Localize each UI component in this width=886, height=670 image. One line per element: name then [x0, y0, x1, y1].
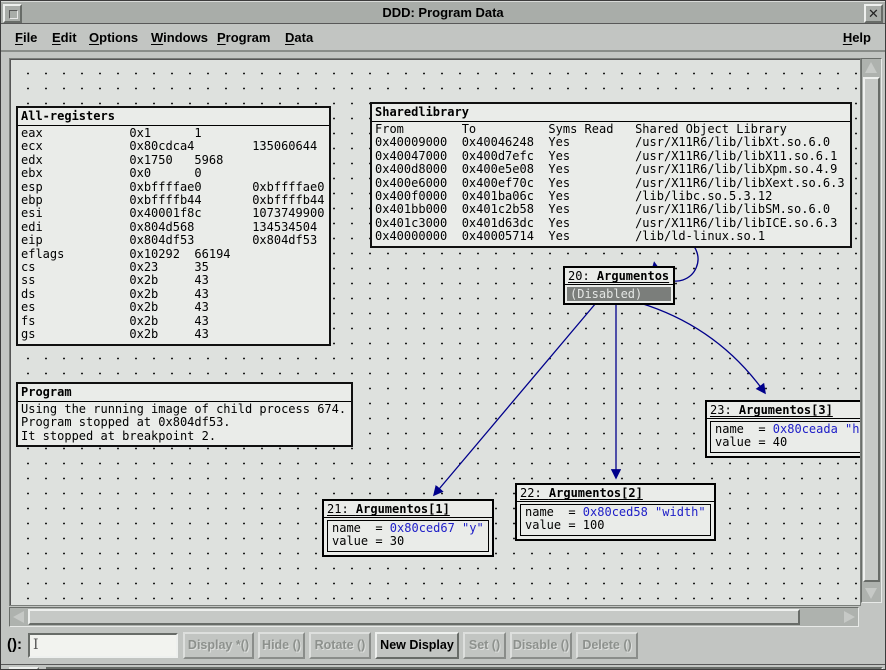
disable-button[interactable]: Disable (): [510, 632, 572, 659]
sharedlibrary-row: 0x400d8000 0x400e5e08 Yes /usr/X11R6/lib…: [372, 163, 850, 176]
node-21-title: 21: Argumentos[1]: [324, 501, 492, 518]
register-row: cs 0x23 35: [18, 261, 329, 274]
register-row: esp 0xbffffae0 0xbffffae0: [18, 181, 329, 194]
sharedlibrary-header: From To Syms Read Shared Object Library: [372, 123, 850, 136]
program-body: Using the running image of child process…: [18, 402, 351, 445]
data-display-canvas[interactable]: All-registers eax 0x1 1 ecx 0x80cdca4 13…: [9, 58, 861, 606]
program-line: It stopped at breakpoint 2.: [18, 430, 351, 443]
text-cursor: I: [33, 637, 39, 653]
node-23-value-field[interactable]: value = 40: [715, 436, 861, 449]
close-icon[interactable]: ✕: [864, 4, 883, 23]
node-22-value-field[interactable]: value = 100: [525, 519, 706, 532]
vertical-scrollbar-thumb[interactable]: [863, 77, 880, 582]
register-row: ebx 0x0 0: [18, 167, 329, 180]
program-box[interactable]: Program Using the running image of child…: [16, 382, 353, 447]
set-button[interactable]: Set (): [463, 632, 506, 659]
sharedlibrary-row: 0x400e6000 0x400ef70c Yes /usr/X11R6/lib…: [372, 177, 850, 190]
register-row: ebp 0xbffffb44 0xbffffb44: [18, 194, 329, 207]
register-row: fs 0x2b 43: [18, 315, 329, 328]
sharedlibrary-row: 0x401c3000 0x401d63dc Yes /usr/X11R6/lib…: [372, 217, 850, 230]
title-bar[interactable]: DDD: Program Data ✕: [1, 1, 885, 24]
register-row: es 0x2b 43: [18, 301, 329, 314]
menu-edit[interactable]: Edit: [52, 30, 77, 45]
sharedlibrary-row: 0x401bb000 0x401c2b58 Yes /usr/X11R6/lib…: [372, 203, 850, 216]
register-row: eflags 0x10292 66194: [18, 248, 329, 261]
menu-file[interactable]: File: [15, 30, 37, 45]
node-22-name-field[interactable]: name = 0x80ced58 "width": [525, 506, 706, 519]
menu-bar: File Edit Options Windows Program Data H…: [1, 24, 885, 52]
menu-options[interactable]: Options: [89, 30, 138, 45]
menu-program[interactable]: Program: [217, 30, 270, 45]
scroll-down-icon[interactable]: [865, 588, 877, 599]
program-line: Using the running image of child process…: [18, 403, 351, 416]
register-row: ds 0x2b 43: [18, 288, 329, 301]
register-row: eax 0x1 1: [18, 127, 329, 140]
display-button[interactable]: Display *(): [183, 632, 254, 659]
display-node-22-argumentos2[interactable]: 22: Argumentos[2] name = 0x80ced58 "widt…: [515, 483, 716, 541]
sharedlibrary-row: 0x40000000 0x40005714 Yes /lib/ld-linux.…: [372, 230, 850, 243]
hide-button[interactable]: Hide (): [258, 632, 305, 659]
menu-windows[interactable]: Windows: [151, 30, 208, 45]
sharedlibrary-row: 0x40047000 0x400d7efc Yes /usr/X11R6/lib…: [372, 150, 850, 163]
register-row: eip 0x804df53 0x804df53: [18, 234, 329, 247]
node-23-name-field[interactable]: name = 0x80ceada "h: [715, 423, 861, 436]
program-line: Program stopped at 0x804df53.: [18, 416, 351, 429]
node-23-title: 23: Argumentos[3]: [707, 402, 861, 419]
node-20-title: 20: Argumentos: [565, 268, 673, 285]
scroll-left-icon[interactable]: [13, 611, 24, 623]
all-registers-title: All-registers: [18, 108, 329, 126]
node-22-values: name = 0x80ced58 "width" value = 100: [520, 504, 711, 536]
scroll-right-icon[interactable]: [844, 611, 855, 623]
register-row: gs 0x2b 43: [18, 328, 329, 341]
register-row: edi 0x804d568 134534504: [18, 221, 329, 234]
sharedlibrary-box[interactable]: Sharedlibrary From To Syms Read Shared O…: [370, 102, 852, 248]
all-registers-body: eax 0x1 1 ecx 0x80cdca4 135060644 edx 0x…: [18, 126, 329, 344]
argument-toolbar: (): I Display *() Hide () Rotate () New …: [1, 628, 885, 664]
rotate-button[interactable]: Rotate (): [309, 632, 371, 659]
horizontal-scrollbar-thumb[interactable]: [28, 609, 800, 625]
all-registers-box[interactable]: All-registers eax 0x1 1 ecx 0x80cdca4 13…: [16, 106, 331, 346]
argument-input[interactable]: I: [28, 633, 178, 658]
sharedlibrary-title: Sharedlibrary: [372, 104, 850, 122]
delete-button[interactable]: Delete (): [576, 632, 638, 659]
sharedlibrary-row: 0x400f0000 0x401ba06c Yes /lib/libc.so.5…: [372, 190, 850, 203]
ddd-program-data-window: DDD: Program Data ✕ File Edit Options Wi…: [0, 0, 886, 670]
argument-prompt-label: ():: [7, 636, 22, 653]
register-row: edx 0x1750 5968: [18, 154, 329, 167]
scroll-up-icon[interactable]: [865, 62, 877, 73]
horizontal-scrollbar[interactable]: [9, 607, 859, 627]
node-20-disabled-status[interactable]: (Disabled): [567, 287, 671, 301]
node-22-title: 22: Argumentos[2]: [517, 485, 714, 502]
node-21-values: name = 0x80ced67 "y" value = 30: [327, 520, 489, 552]
menu-data[interactable]: Data: [285, 30, 313, 45]
display-node-21-argumentos1[interactable]: 21: Argumentos[1] name = 0x80ced67 "y" v…: [322, 499, 494, 557]
node-21-value-field[interactable]: value = 30: [332, 535, 484, 548]
node-21-name-field[interactable]: name = 0x80ced67 "y": [332, 522, 484, 535]
register-row: ecx 0x80cdca4 135060644: [18, 140, 329, 153]
node-23-values: name = 0x80ceada "h value = 40: [710, 421, 861, 453]
register-row: ss 0x2b 43: [18, 274, 329, 287]
display-node-20-argumentos[interactable]: 20: Argumentos (Disabled): [563, 266, 675, 305]
display-node-23-argumentos3[interactable]: 23: Argumentos[3] name = 0x80ceada "h va…: [705, 400, 861, 458]
new-display-button[interactable]: New Display: [375, 632, 459, 659]
register-row: esi 0x40001f8c 1073749900: [18, 207, 329, 220]
sharedlibrary-body: From To Syms Read Shared Object Library …: [372, 122, 850, 246]
program-title: Program: [18, 384, 351, 402]
vertical-scrollbar[interactable]: [861, 58, 882, 603]
menu-help[interactable]: Help: [843, 30, 871, 45]
sharedlibrary-row: 0x40009000 0x40046248 Yes /usr/X11R6/lib…: [372, 136, 850, 149]
edge-20-23: [640, 303, 765, 393]
window-title: DDD: Program Data: [1, 5, 885, 20]
edge-20-21: [434, 303, 596, 495]
status-strip: [1, 664, 885, 670]
